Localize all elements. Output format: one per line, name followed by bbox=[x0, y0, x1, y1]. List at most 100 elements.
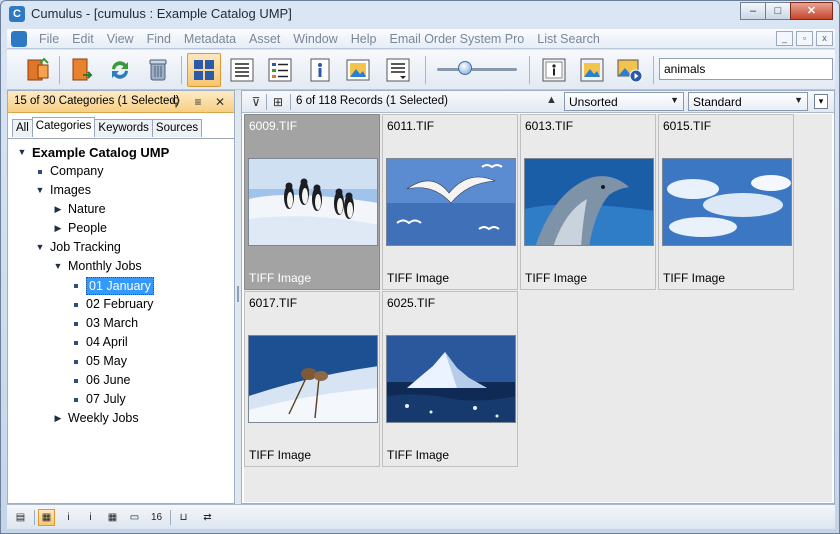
sort-direction-icon[interactable]: ▲ bbox=[546, 94, 557, 106]
thumbnail-cell[interactable]: 6015.TIF TIFF Image bbox=[658, 114, 794, 290]
categories-pane: 15 of 30 Categories (1 Selected) ⚲ ≡ ✕ A… bbox=[7, 90, 235, 504]
tree-filter-icon[interactable]: ⊞ bbox=[270, 94, 286, 110]
collapse-arrow-icon[interactable]: ▶ bbox=[52, 200, 64, 219]
menu-list-search[interactable]: List Search bbox=[537, 32, 600, 46]
zoom-slider-thumb[interactable] bbox=[458, 61, 472, 75]
close-pane-icon[interactable]: ✕ bbox=[212, 94, 228, 110]
window-icon[interactable]: ▭ bbox=[126, 509, 143, 526]
expand-arrow-icon[interactable]: ▼ bbox=[52, 257, 64, 276]
menu-window[interactable]: Window bbox=[293, 32, 337, 46]
menu-asset[interactable]: Asset bbox=[249, 32, 280, 46]
tree-node[interactable]: ▶ Weekly Jobs bbox=[8, 409, 234, 428]
file-type: TIFF Image bbox=[387, 271, 450, 285]
preview-window-button[interactable] bbox=[575, 53, 609, 87]
expand-arrow-icon[interactable]: ▼ bbox=[34, 238, 46, 257]
tab-all[interactable]: All bbox=[12, 119, 33, 137]
tree-node[interactable]: ▶ People bbox=[8, 219, 234, 238]
counter-icon[interactable]: 16 bbox=[148, 509, 165, 526]
catalog-info-icon[interactable]: ▤ bbox=[12, 509, 29, 526]
view-dropdown[interactable]: Standard ▼ bbox=[688, 92, 808, 111]
tree-node[interactable]: 01 January bbox=[8, 276, 234, 295]
document-restore-button[interactable]: ▫ bbox=[796, 31, 813, 46]
thumbnail-cell[interactable]: 6017.TIF TIFF Image bbox=[244, 291, 380, 467]
thumbnail-cell[interactable]: 6011.TIF TIFF Image bbox=[382, 114, 518, 290]
categories-header-icons: ⚲ ≡ ✕ bbox=[162, 94, 228, 110]
menu-email-order-system-pro[interactable]: Email Order System Pro bbox=[389, 32, 524, 46]
menu-file[interactable]: File bbox=[39, 32, 59, 46]
splitter-grip[interactable] bbox=[237, 286, 239, 302]
thumbnail-cell[interactable]: 6025.TIF TIFF Image bbox=[382, 291, 518, 467]
close-button[interactable]: ✕ bbox=[790, 2, 833, 20]
tree-node[interactable]: 05 May bbox=[8, 352, 234, 371]
cumulus-app-icon[interactable]: C bbox=[9, 6, 25, 22]
tree-node[interactable]: ▼ Job Tracking bbox=[8, 238, 234, 257]
tab-keywords[interactable]: Keywords bbox=[94, 119, 153, 137]
basket-icon[interactable]: ⊔ bbox=[175, 509, 192, 526]
menu-view[interactable]: View bbox=[107, 32, 134, 46]
grid-small-icon[interactable]: ▦ bbox=[104, 509, 121, 526]
tree-node-label: Example Catalog UMP bbox=[32, 145, 170, 160]
thumbnail-image[interactable] bbox=[248, 158, 378, 246]
thumbnail-view-icon bbox=[194, 60, 214, 80]
info-button[interactable] bbox=[303, 53, 337, 87]
maximize-button[interactable]: □ bbox=[765, 2, 791, 20]
filter-icon[interactable]: ⊽ bbox=[248, 94, 264, 110]
thumbnail-cell[interactable]: 6009.TIF TIFF Image bbox=[244, 114, 380, 290]
list-view-button[interactable] bbox=[225, 53, 259, 87]
tree-node[interactable]: 03 March bbox=[8, 314, 234, 333]
slideshow-button[interactable] bbox=[613, 53, 647, 87]
tree-node[interactable]: ▼ Monthly Jobs bbox=[8, 257, 234, 276]
sort-dropdown[interactable]: Unsorted ▼ bbox=[564, 92, 684, 111]
menu-edit[interactable]: Edit bbox=[72, 32, 94, 46]
chevron-down-icon: ▼ bbox=[794, 95, 803, 105]
preview-button[interactable] bbox=[341, 53, 375, 87]
menu-help[interactable]: Help bbox=[351, 32, 377, 46]
expand-arrow-icon[interactable]: ▼ bbox=[16, 143, 28, 162]
thumbnail-image[interactable] bbox=[524, 158, 654, 246]
thumbnail-cell[interactable]: 6013.TIF TIFF Image bbox=[520, 114, 656, 290]
document-window-controls: _ ▫ x bbox=[773, 31, 833, 46]
zoom-slider-track[interactable] bbox=[437, 68, 517, 71]
refresh-button[interactable] bbox=[103, 53, 137, 87]
info-small-icon[interactable]: i bbox=[60, 509, 77, 526]
collapse-arrow-icon[interactable]: ▶ bbox=[52, 409, 64, 428]
tree-node-label: Job Tracking bbox=[50, 240, 121, 254]
document-minimize-button[interactable]: _ bbox=[776, 31, 793, 46]
collapse-arrow-icon[interactable]: ▶ bbox=[52, 219, 64, 238]
expand-arrow-icon[interactable]: ▼ bbox=[34, 181, 46, 200]
document-close-button[interactable]: x bbox=[816, 31, 833, 46]
info-window-button[interactable] bbox=[537, 53, 571, 87]
thumbnail-image[interactable] bbox=[662, 158, 792, 246]
details-view-button[interactable] bbox=[263, 53, 297, 87]
menu-find[interactable]: Find bbox=[147, 32, 171, 46]
workflow-icon[interactable]: ⇄ bbox=[199, 509, 216, 526]
thumbnail-image[interactable] bbox=[386, 335, 516, 423]
search-input[interactable]: animals bbox=[659, 58, 833, 80]
tab-sources[interactable]: Sources bbox=[151, 119, 203, 137]
tree-node[interactable]: Company bbox=[8, 162, 234, 181]
tree-node[interactable]: ▼ Images bbox=[8, 181, 234, 200]
assign-category-icon[interactable]: ⚲ bbox=[168, 94, 184, 110]
tab-categories[interactable]: Categories bbox=[31, 117, 96, 137]
tree-node[interactable]: 06 June bbox=[8, 371, 234, 390]
catalog-assets-button[interactable] bbox=[65, 53, 99, 87]
categories-menu-icon[interactable]: ≡ bbox=[190, 94, 206, 110]
record-list-icon[interactable]: ▦ bbox=[38, 509, 55, 526]
tree-node[interactable]: ▶ Nature bbox=[8, 200, 234, 219]
info-alt-icon[interactable]: i bbox=[82, 509, 99, 526]
delete-button[interactable] bbox=[141, 53, 175, 87]
tree-node-label: Nature bbox=[68, 202, 106, 216]
tree-node[interactable]: 04 April bbox=[8, 333, 234, 352]
thumbnail-view-button[interactable] bbox=[187, 53, 221, 87]
tree-node[interactable]: 07 July bbox=[8, 390, 234, 409]
tree-node[interactable]: 02 February bbox=[8, 295, 234, 314]
open-collection-button[interactable] bbox=[21, 53, 55, 87]
minimize-button[interactable]: – bbox=[740, 2, 766, 20]
thumbnail-image[interactable] bbox=[386, 158, 516, 246]
layout-options-button[interactable] bbox=[381, 53, 415, 87]
pane-options-icon[interactable]: ▾ bbox=[814, 94, 828, 109]
document-icon[interactable] bbox=[11, 31, 27, 47]
tree-node[interactable]: ▼ Example Catalog UMP bbox=[8, 143, 234, 162]
thumbnail-image[interactable] bbox=[248, 335, 378, 423]
menu-metadata[interactable]: Metadata bbox=[184, 32, 236, 46]
